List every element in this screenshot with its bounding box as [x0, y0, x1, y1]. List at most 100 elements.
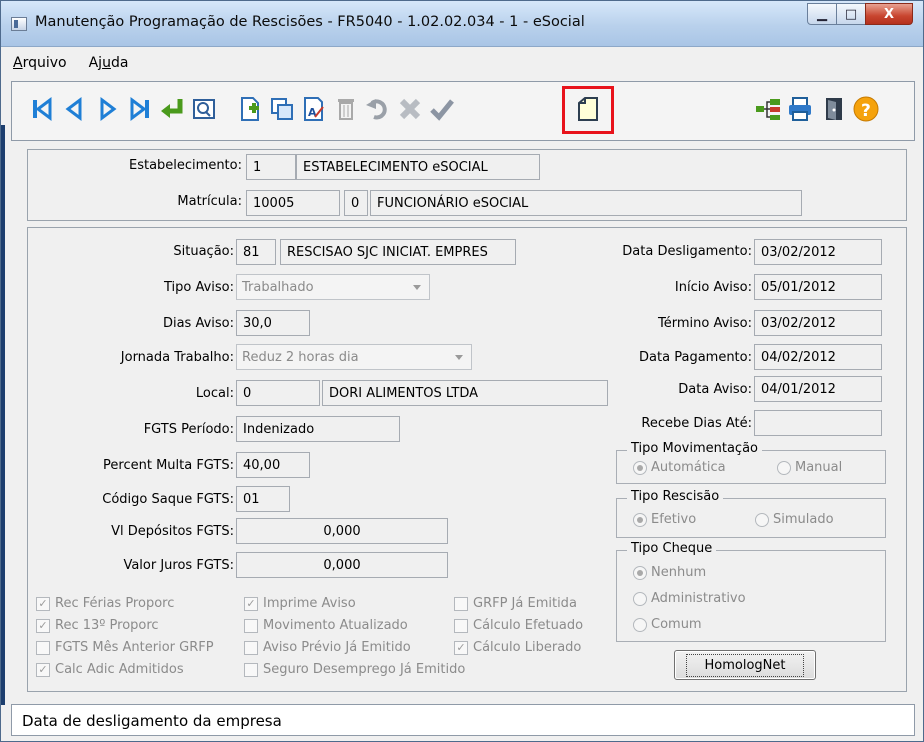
- maximize-button[interactable]: □: [836, 3, 866, 25]
- local-code-field[interactable]: 0: [236, 380, 320, 406]
- edit-record-button[interactable]: A: [298, 92, 330, 126]
- jornada-label: Jornada Trabalho:: [120, 350, 234, 365]
- checkbox-calculo-efetuado[interactable]: Cálculo Efetuado: [454, 618, 583, 633]
- tipo-aviso-select[interactable]: Trabalhado: [236, 274, 430, 300]
- last-record-icon: [130, 97, 149, 121]
- tree-button[interactable]: [752, 92, 784, 126]
- matricula-label: Matrícula:: [177, 194, 242, 209]
- homolognet-button[interactable]: HomologNet: [674, 650, 816, 680]
- checkbox-aviso-previo-emitido[interactable]: Aviso Prévio Já Emitido: [244, 640, 411, 655]
- termino-aviso-field[interactable]: 03/02/2012: [754, 310, 882, 336]
- radio-nenhum[interactable]: Nenhum: [633, 565, 706, 580]
- situacao-code-field[interactable]: 81: [236, 239, 276, 265]
- next-record-icon: [100, 97, 117, 121]
- vl-depositos-field: 0,000: [236, 518, 448, 544]
- matricula-digit-field: 0: [344, 190, 368, 216]
- valor-juros-label: Valor Juros FGTS:: [123, 558, 234, 573]
- situacao-label: Situação:: [173, 244, 234, 259]
- codigo-saque-field[interactable]: 01: [236, 486, 290, 512]
- recebe-dias-label: Recebe Dias Até:: [641, 416, 752, 431]
- radio-dot: [755, 512, 769, 527]
- new-document-button[interactable]: [572, 92, 604, 126]
- data-pagamento-field[interactable]: 04/02/2012: [754, 344, 882, 370]
- matricula-code-field[interactable]: 10005: [246, 190, 340, 216]
- data-desligamento-label: Data Desligamento:: [622, 244, 752, 259]
- radio-dot: [633, 512, 647, 527]
- radio-manual[interactable]: Manual: [777, 460, 842, 475]
- radio-dot: [633, 460, 647, 475]
- valor-juros-field: 0,000: [236, 552, 448, 578]
- local-label: Local:: [195, 386, 234, 401]
- checkbox-grfp-emitida[interactable]: GRFP Já Emitida: [454, 596, 577, 611]
- minimize-button[interactable]: ▁: [807, 3, 837, 25]
- checkbox-rec-13-proporc[interactable]: ✓ Rec 13º Proporc: [36, 618, 159, 633]
- search-button[interactable]: [188, 92, 220, 126]
- app-icon: [11, 17, 27, 31]
- menu-arquivo[interactable]: Arquivo: [13, 55, 67, 71]
- checkbox-movimento-atualizado[interactable]: Movimento Atualizado: [244, 618, 408, 633]
- tipo-cheque-title: Tipo Cheque: [627, 541, 717, 556]
- undo-button[interactable]: [362, 92, 394, 126]
- help-button[interactable]: ?: [850, 92, 882, 126]
- chevron-down-icon: [455, 355, 463, 360]
- toolbar: A ?: [11, 81, 915, 141]
- copy-record-icon: [271, 98, 293, 120]
- checkbox-imprime-aviso[interactable]: ✓ Imprime Aviso: [244, 596, 356, 611]
- estabelecimento-code-field[interactable]: 1: [246, 154, 296, 180]
- radio-comum[interactable]: Comum: [633, 617, 702, 632]
- vl-depositos-label: Vl Depósitos FGTS:: [111, 524, 234, 539]
- search-icon: [193, 99, 215, 119]
- checkbox-seguro-desemprego[interactable]: Seguro Desemprego Já Emitido: [244, 662, 465, 677]
- inicio-aviso-label: Início Aviso:: [674, 280, 752, 295]
- checkbox-calculo-liberado[interactable]: ✓ Cálculo Liberado: [454, 640, 581, 655]
- jornada-value: Reduz 2 horas dia: [242, 350, 359, 365]
- exit-icon: [826, 98, 842, 120]
- dias-aviso-label: Dias Aviso:: [162, 316, 234, 331]
- checkbox-box: [454, 596, 468, 611]
- dias-aviso-field[interactable]: 30,0: [236, 310, 310, 336]
- checkbox-fgts-mes-anterior[interactable]: FGTS Mês Anterior GRFP: [36, 640, 214, 655]
- copy-record-button[interactable]: [266, 92, 298, 126]
- save-button[interactable]: [426, 92, 458, 126]
- inicio-aviso-field[interactable]: 05/01/2012: [754, 274, 882, 300]
- add-record-button[interactable]: [234, 92, 266, 126]
- data-aviso-field[interactable]: 04/01/2012: [754, 376, 882, 402]
- previous-record-button[interactable]: [58, 92, 90, 126]
- first-record-button[interactable]: [26, 92, 58, 126]
- matricula-name-field: FUNCIONÁRIO eSOCIAL: [370, 190, 802, 216]
- radio-dot: [633, 591, 647, 606]
- local-name-field: DORI ALIMENTOS LTDA: [322, 380, 608, 406]
- last-record-button[interactable]: [124, 92, 156, 126]
- exit-button[interactable]: [818, 92, 850, 126]
- checkbox-box: ✓: [36, 662, 50, 677]
- delete-record-button[interactable]: [330, 92, 362, 126]
- undo-icon: [366, 99, 387, 120]
- tipo-movimentacao-title: Tipo Movimentação: [627, 441, 762, 456]
- save-icon: [430, 99, 454, 121]
- print-button[interactable]: [784, 92, 816, 126]
- first-record-icon: [33, 97, 52, 121]
- percent-multa-field[interactable]: 40,00: [236, 452, 310, 478]
- data-aviso-label: Data Aviso:: [678, 382, 752, 397]
- radio-simulado[interactable]: Simulado: [755, 512, 834, 527]
- cancel-icon: [399, 98, 421, 120]
- jornada-select[interactable]: Reduz 2 horas dia: [236, 344, 472, 370]
- recebe-dias-field[interactable]: [754, 410, 882, 436]
- cancel-button[interactable]: [394, 92, 426, 126]
- checkbox-calc-adic-admitidos[interactable]: ✓ Calc Adic Admitidos: [36, 662, 184, 677]
- radio-efetivo[interactable]: Efetivo: [633, 512, 696, 527]
- next-record-button[interactable]: [92, 92, 124, 126]
- window-title: Manutenção Programação de Rescisões - FR…: [35, 14, 585, 30]
- new-document-icon: [578, 97, 598, 121]
- close-icon: X: [883, 6, 895, 22]
- radio-administrativo[interactable]: Administrativo: [633, 591, 746, 606]
- goto-button[interactable]: [156, 92, 188, 126]
- print-icon: [789, 97, 811, 121]
- checkbox-rec-ferias-proporc[interactable]: ✓ Rec Férias Proporc: [36, 596, 174, 611]
- data-desligamento-field[interactable]: 03/02/2012: [754, 239, 882, 265]
- close-button[interactable]: X: [865, 3, 913, 25]
- menu-ajuda[interactable]: Ajuda: [89, 55, 129, 71]
- checkbox-box: [36, 640, 50, 655]
- radio-automatica[interactable]: Automática: [633, 460, 726, 475]
- title-bar[interactable]: Manutenção Programação de Rescisões - FR…: [1, 1, 923, 47]
